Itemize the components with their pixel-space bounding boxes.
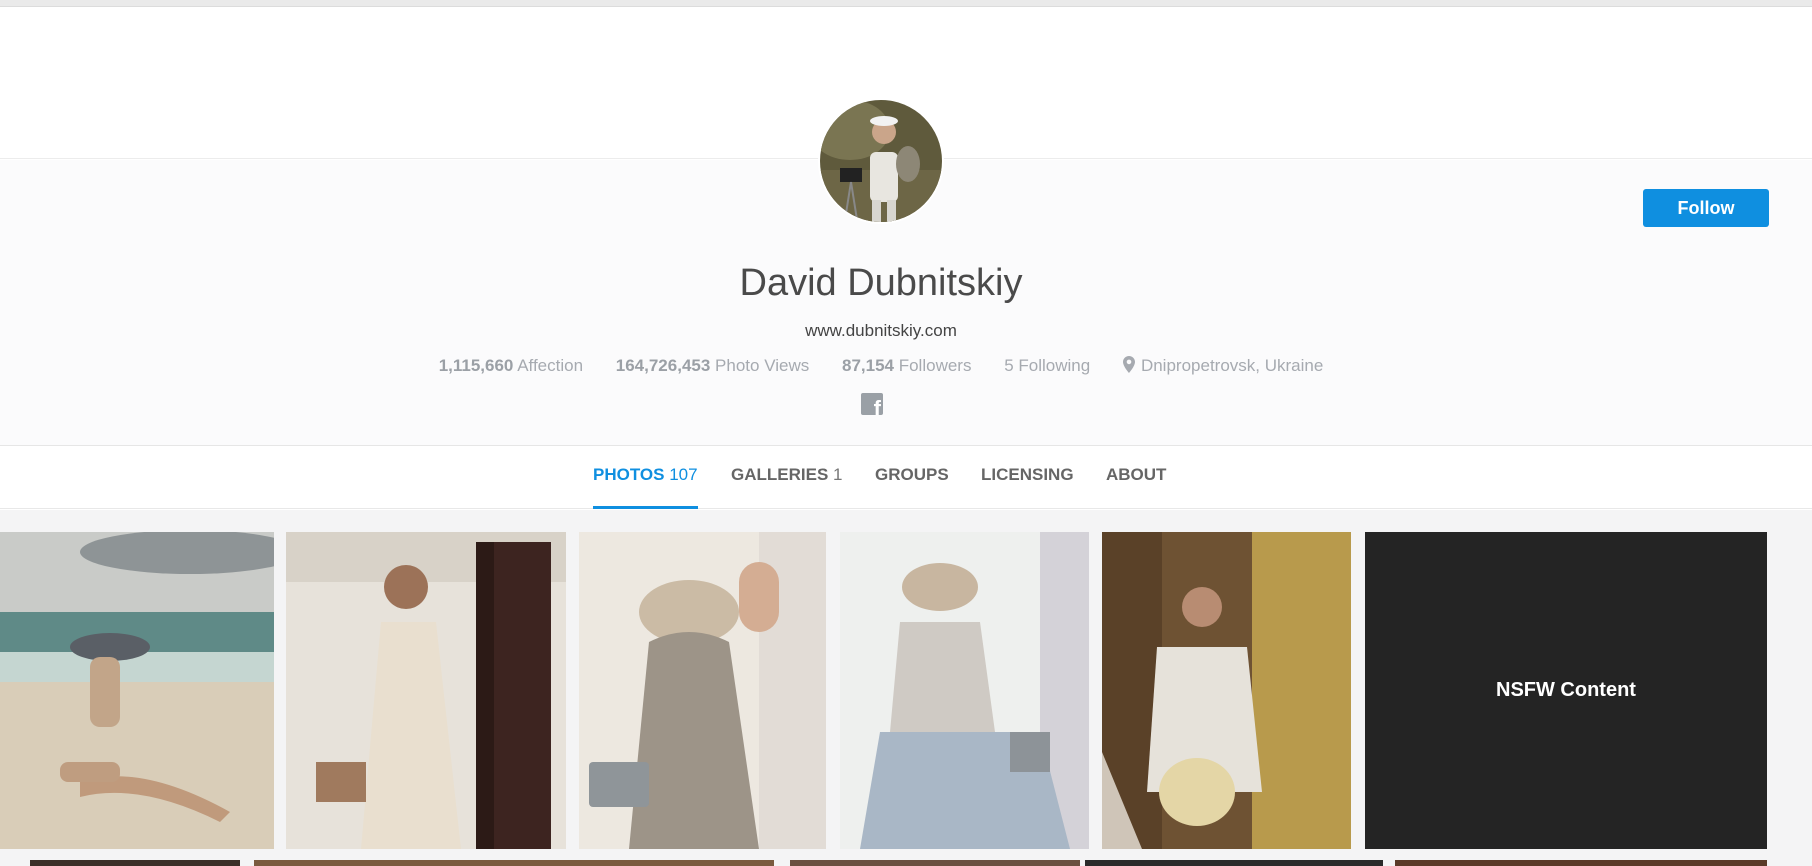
tab-galleries-count: 1 [833, 465, 843, 484]
tab-photos-label: PHOTOS [593, 465, 665, 484]
tab-about-label: ABOUT [1106, 465, 1167, 484]
photo-thumbnail[interactable] [1102, 532, 1351, 849]
views-value: 164,726,453 [615, 356, 711, 375]
avatar[interactable] [818, 98, 944, 224]
website-link[interactable]: www.dubnitskiy.com [0, 321, 1762, 341]
avatar-photo [820, 100, 942, 222]
tab-groups[interactable]: GROUPS [875, 465, 949, 509]
stat-photo-views: 164,726,453 Photo Views [616, 356, 809, 376]
photo-thumbnail[interactable] [286, 532, 566, 849]
tab-galleries[interactable]: GALLERIES 1 [731, 465, 843, 509]
tab-photos-count: 107 [669, 465, 698, 484]
photo-image [0, 532, 274, 849]
photo-row-edge [30, 860, 240, 866]
nsfw-label: NSFW Content [1496, 679, 1636, 701]
tab-galleries-label: GALLERIES [731, 465, 829, 484]
nsfw-placeholder[interactable]: NSFW Content [1365, 532, 1767, 849]
photo-thumbnail[interactable] [840, 532, 1089, 849]
followers-label: Followers [898, 356, 972, 375]
stat-followers[interactable]: 87,154 Followers [842, 356, 971, 376]
stat-following[interactable]: 5 Following [1004, 356, 1090, 376]
tab-photos[interactable]: PHOTOS 107 [593, 465, 698, 509]
followers-value: 87,154 [841, 356, 894, 375]
stat-affection: 1,115,660 Affection [439, 356, 583, 376]
tab-groups-label: GROUPS [875, 465, 949, 484]
photo-image [579, 532, 826, 849]
photo-image [1102, 532, 1351, 849]
photo-image [286, 532, 566, 849]
views-label: Photo Views [715, 356, 810, 375]
location-pin-icon [1122, 356, 1135, 373]
photo-thumbnail[interactable] [0, 532, 274, 849]
profile-stats: 1,115,660 Affection 164,726,453 Photo Vi… [0, 356, 1762, 376]
tab-about[interactable]: ABOUT [1106, 465, 1166, 509]
tab-licensing[interactable]: LICENSING [981, 465, 1074, 509]
profile-tabs: PHOTOS 107 GALLERIES 1 GROUPS LICENSING … [0, 447, 1812, 509]
affection-value: 1,115,660 [438, 356, 514, 375]
photo-row-edge [254, 860, 774, 866]
facebook-icon[interactable]: f [861, 393, 883, 415]
photo-row-edge [1395, 860, 1767, 866]
affection-label: Affection [517, 356, 584, 375]
following-label: Following [1018, 356, 1091, 375]
location: Dnipropetrovsk, Ukraine [1122, 356, 1324, 376]
photo-thumbnail[interactable] [579, 532, 826, 849]
following-value: 5 [1004, 356, 1014, 375]
follow-button[interactable]: Follow [1643, 189, 1769, 227]
tab-licensing-label: LICENSING [981, 465, 1074, 484]
photo-row-edge [1085, 860, 1383, 866]
top-bar [0, 0, 1812, 7]
photo-image [840, 532, 1089, 849]
photo-grid: NSFW Content [0, 510, 1812, 866]
location-text: Dnipropetrovsk, Ukraine [1140, 356, 1324, 375]
photo-row-edge [790, 860, 1080, 866]
profile-name: David Dubnitskiy [739, 262, 1023, 304]
